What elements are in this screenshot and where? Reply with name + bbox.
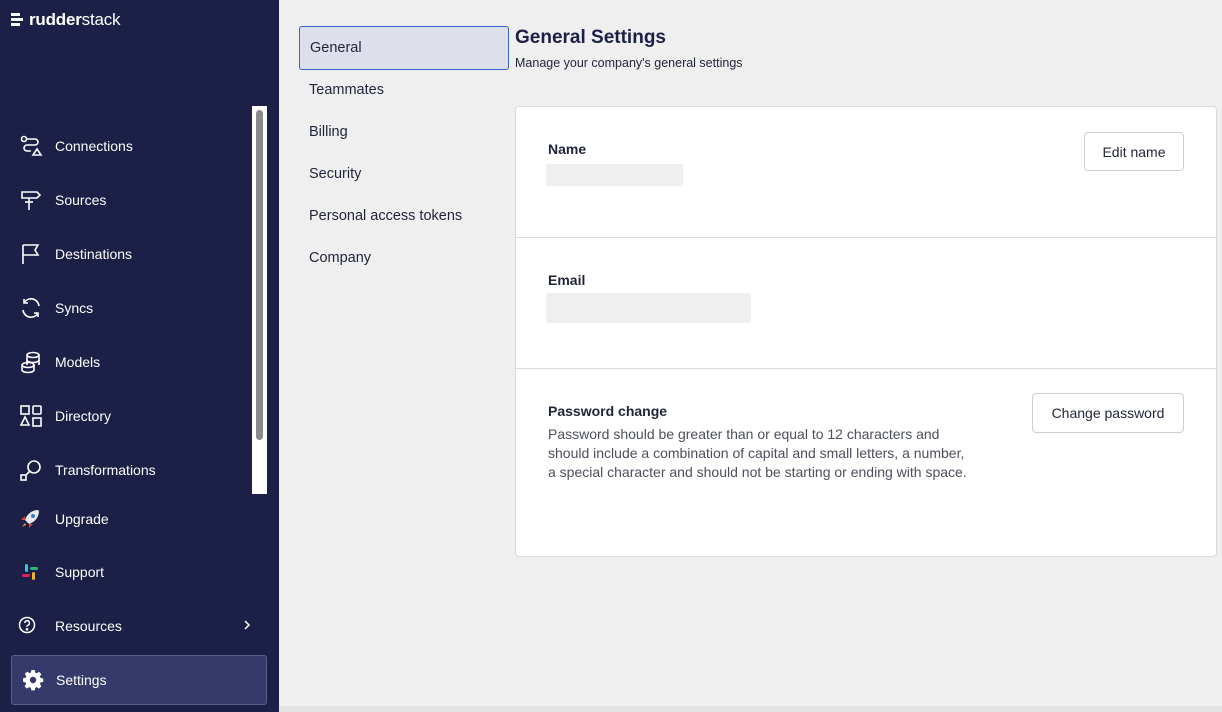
page-subtitle: Manage your company's general settings <box>515 56 743 70</box>
settings-nav-label: Personal access tokens <box>309 208 463 224</box>
sidebar-item-directory[interactable]: Directory <box>0 396 252 436</box>
sidebar-item-upgrade[interactable]: Upgrade <box>0 499 279 539</box>
signpost-icon <box>19 188 43 212</box>
sync-icon <box>19 296 43 320</box>
sidebar-item-label: Connections <box>55 138 133 154</box>
sidebar-item-sources[interactable]: Sources <box>0 180 252 220</box>
help-circle-icon <box>18 614 42 638</box>
name-label: Name <box>548 141 587 157</box>
email-value <box>546 293 751 323</box>
sidebar-item-label: Directory <box>55 408 112 424</box>
section-divider <box>516 368 1216 369</box>
sidebar-item-resources[interactable]: Resources <box>0 606 279 646</box>
sidebar-item-label: Settings <box>56 672 107 688</box>
rudderstack-logo[interactable]: rudderstack <box>11 10 121 30</box>
sidebar-scrollbar-thumb[interactable] <box>256 110 263 440</box>
settings-nav-billing[interactable]: Billing <box>299 111 509 153</box>
transform-icon <box>19 458 43 482</box>
password-requirements-text: Password should be greater than or equal… <box>548 426 967 480</box>
settings-nav-label: Billing <box>309 124 348 140</box>
sidebar-item-label: Models <box>55 354 101 370</box>
settings-nav-company[interactable]: Company <box>299 237 509 279</box>
section-divider <box>516 237 1216 238</box>
settings-nav-label: Security <box>309 166 362 182</box>
rudderstack-logo-icon <box>11 13 23 26</box>
sidebar-item-models[interactable]: Models <box>0 342 252 382</box>
email-label: Email <box>548 272 586 288</box>
edit-name-button[interactable]: Edit name <box>1084 132 1184 171</box>
connections-icon <box>19 134 43 158</box>
sidebar-item-label: Upgrade <box>55 511 109 527</box>
sidebar-item-settings[interactable]: Settings <box>11 655 267 705</box>
name-value <box>546 164 683 186</box>
settings-nav-teammates[interactable]: Teammates <box>299 69 509 111</box>
sidebar-item-syncs[interactable]: Syncs <box>0 288 252 328</box>
database-icon <box>19 350 43 374</box>
settings-nav-general[interactable]: General <box>299 26 509 70</box>
change-password-button[interactable]: Change password <box>1032 393 1184 433</box>
gear-icon <box>21 668 45 692</box>
settings-nav-personal-access-tokens[interactable]: Personal access tokens <box>299 195 509 237</box>
sidebar-item-support[interactable]: Support <box>0 552 279 592</box>
sidebar-item-label: Sources <box>55 192 107 208</box>
sidebar: rudderstack Connections Sources Destinat… <box>0 0 279 712</box>
nav-scroll-area: Connections Sources Destinations Syncs M… <box>0 106 267 494</box>
sidebar-item-destinations[interactable]: Destinations <box>0 234 252 274</box>
sidebar-item-label: Syncs <box>55 300 94 316</box>
page-title: General Settings <box>515 27 666 48</box>
settings-nav-security[interactable]: Security <box>299 153 509 195</box>
bottom-edge <box>279 706 1222 712</box>
settings-nav-label: Company <box>309 250 372 266</box>
flag-icon <box>19 242 43 266</box>
brand-name: rudderstack <box>29 10 121 29</box>
slack-icon <box>18 560 42 584</box>
sidebar-item-connections[interactable]: Connections <box>0 126 252 166</box>
chevron-right-icon <box>244 620 251 630</box>
sidebar-item-label: Support <box>55 564 105 580</box>
settings-nav-label: General <box>310 40 362 56</box>
sidebar-item-label: Destinations <box>55 246 133 262</box>
rocket-icon <box>18 507 42 531</box>
password-change-label: Password change <box>548 403 668 419</box>
sidebar-item-transformations[interactable]: Transformations <box>0 450 252 490</box>
shapes-icon <box>19 404 43 428</box>
sidebar-item-label: Transformations <box>55 462 156 478</box>
settings-nav-label: Teammates <box>309 82 384 98</box>
sidebar-item-label: Resources <box>55 618 122 634</box>
general-settings-card: Name Edit name Email Password change Pas… <box>515 106 1217 557</box>
